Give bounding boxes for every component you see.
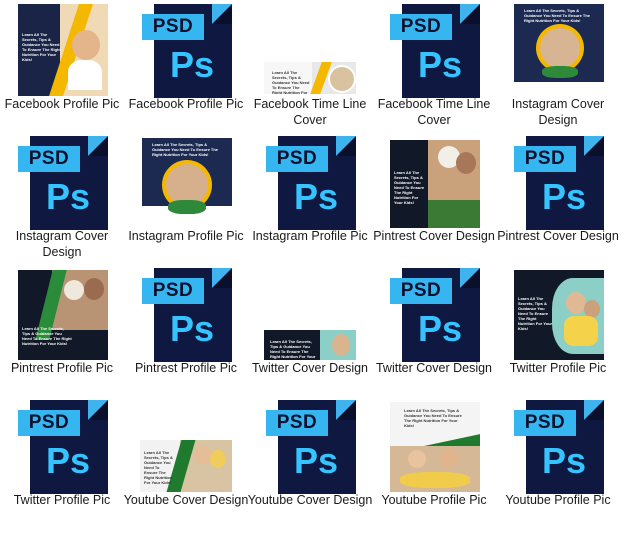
psd-file-item[interactable]: PSD Ps Instagram Profile Pic	[248, 134, 372, 266]
psd-file-icon: PSD Ps	[18, 136, 108, 230]
thumbnail-text: Learn All The Secrets, Tips & Guidance Y…	[152, 142, 219, 157]
file-name: Pintrest Cover Design	[373, 229, 495, 243]
image-thumbnail: Learn All The Secrets, Tips & Guidance Y…	[372, 398, 496, 494]
file-item[interactable]: Learn All The Secrets, Tips & Guidance Y…	[248, 2, 372, 134]
thumbnail-text: Learn All The Secrets, Tips & Guidance Y…	[272, 70, 310, 94]
thumbnail-text: Learn All The Secrets, Tips & Guidance Y…	[518, 296, 553, 331]
image-thumbnail: Learn All The Secrets, Tips & Guidance Y…	[124, 134, 248, 230]
psd-file-item[interactable]: PSD Ps Facebook Time Line Cover	[372, 2, 496, 134]
image-thumbnail: Learn All The Secrets, Tips & Guidance Y…	[248, 2, 372, 98]
file-name: Youtube Cover Design	[123, 493, 249, 507]
psd-file-item[interactable]: PSD Ps Youtube Profile Pic	[496, 398, 620, 530]
file-item[interactable]: Learn All The Secrets, Tips & Guidance Y…	[124, 134, 248, 266]
file-name: Twitter Cover Design	[251, 361, 368, 375]
image-thumbnail: Learn All The Secrets, Tips & Guidance Y…	[496, 266, 620, 362]
thumbnail-text: Learn All The Secrets, Tips & Guidance Y…	[22, 32, 61, 62]
file-name: Instagram Cover Design	[511, 97, 605, 127]
file-name: Youtube Profile Pic	[505, 493, 611, 507]
thumbnail-text: Learn All The Secrets, Tips & Guidance Y…	[524, 8, 591, 23]
file-grid: Learn All The Secrets, Tips & Guidance Y…	[0, 0, 630, 534]
file-item[interactable]: Learn All The Secrets, Tips & Guidance Y…	[372, 398, 496, 530]
file-name: Youtube Profile Pic	[381, 493, 487, 507]
image-thumbnail: Learn All The Secrets, Tips & Guidance Y…	[248, 266, 372, 362]
thumbnail-text: Learn All The Secrets, Tips & Guidance Y…	[144, 450, 173, 485]
file-name: Instagram Profile Pic	[128, 229, 244, 243]
file-name: Twitter Profile Pic	[13, 493, 111, 507]
thumbnail-text: Learn All The Secrets, Tips & Guidance Y…	[394, 170, 425, 205]
thumbnail-text: Learn All The Secrets, Tips & Guidance Y…	[270, 339, 316, 360]
psd-file-item[interactable]: PSD Ps Twitter Cover Design	[372, 266, 496, 398]
psd-file-icon: PSD Ps	[266, 400, 356, 494]
psd-file-item[interactable]: PSD Ps Pintrest Cover Design	[496, 134, 620, 266]
file-name: Youtube Cover Design	[247, 493, 373, 507]
file-name: Instagram Cover Design	[15, 229, 109, 259]
psd-file-icon: PSD Ps	[266, 136, 356, 230]
file-item[interactable]: Learn All The Secrets, Tips & Guidance Y…	[496, 266, 620, 398]
psd-file-icon: PSD Ps	[390, 4, 480, 98]
file-item[interactable]: Learn All The Secrets, Tips & Guidance Y…	[248, 266, 372, 398]
file-name: Instagram Profile Pic	[252, 229, 368, 243]
psd-file-icon: PSD Ps	[18, 400, 108, 494]
file-item[interactable]: Learn All The Secrets, Tips & Guidance Y…	[372, 134, 496, 266]
file-name: Pintrest Profile Pic	[10, 361, 114, 375]
psd-file-icon: PSD Ps	[514, 400, 604, 494]
psd-file-item[interactable]: PSD Ps Instagram Cover Design	[0, 134, 124, 266]
file-name: Facebook Time Line Cover	[377, 97, 491, 127]
psd-file-icon: PSD Ps	[390, 268, 480, 362]
image-thumbnail: Learn All The Secrets, Tips & Guidance Y…	[496, 2, 620, 98]
psd-file-icon: PSD Ps	[142, 4, 232, 98]
file-item[interactable]: Learn All The Secrets, Tips & Guidance Y…	[496, 2, 620, 134]
file-item[interactable]: Learn All The Secrets, Tips & Guidance Y…	[124, 398, 248, 530]
image-thumbnail: Learn All The Secrets, Tips & Guidance Y…	[372, 134, 496, 230]
file-name: Facebook Time Line Cover	[253, 97, 367, 127]
psd-file-icon: PSD Ps	[514, 136, 604, 230]
psd-file-icon: PSD Ps	[142, 268, 232, 362]
psd-file-item[interactable]: PSD Ps Twitter Profile Pic	[0, 398, 124, 530]
psd-file-item[interactable]: PSD Ps Youtube Cover Design	[248, 398, 372, 530]
psd-file-item[interactable]: PSD Ps Facebook Profile Pic	[124, 2, 248, 134]
file-item[interactable]: Learn All The Secrets, Tips & Guidance Y…	[0, 2, 124, 134]
file-name: Twitter Profile Pic	[509, 361, 607, 375]
file-name: Pintrest Cover Design	[497, 229, 619, 243]
file-name: Facebook Profile Pic	[128, 97, 244, 111]
file-name: Facebook Profile Pic	[4, 97, 120, 111]
image-thumbnail: Learn All The Secrets, Tips & Guidance Y…	[0, 266, 124, 362]
thumbnail-text: Learn All The Secrets, Tips & Guidance Y…	[22, 326, 72, 346]
psd-file-item[interactable]: PSD Ps Pintrest Profile Pic	[124, 266, 248, 398]
file-item[interactable]: Learn All The Secrets, Tips & Guidance Y…	[0, 266, 124, 398]
file-name: Pintrest Profile Pic	[134, 361, 238, 375]
file-name: Twitter Cover Design	[375, 361, 492, 375]
thumbnail-text: Learn All The Secrets, Tips & Guidance Y…	[404, 408, 462, 428]
image-thumbnail: Learn All The Secrets, Tips & Guidance Y…	[124, 398, 248, 494]
image-thumbnail: Learn All The Secrets, Tips & Guidance Y…	[0, 2, 124, 98]
